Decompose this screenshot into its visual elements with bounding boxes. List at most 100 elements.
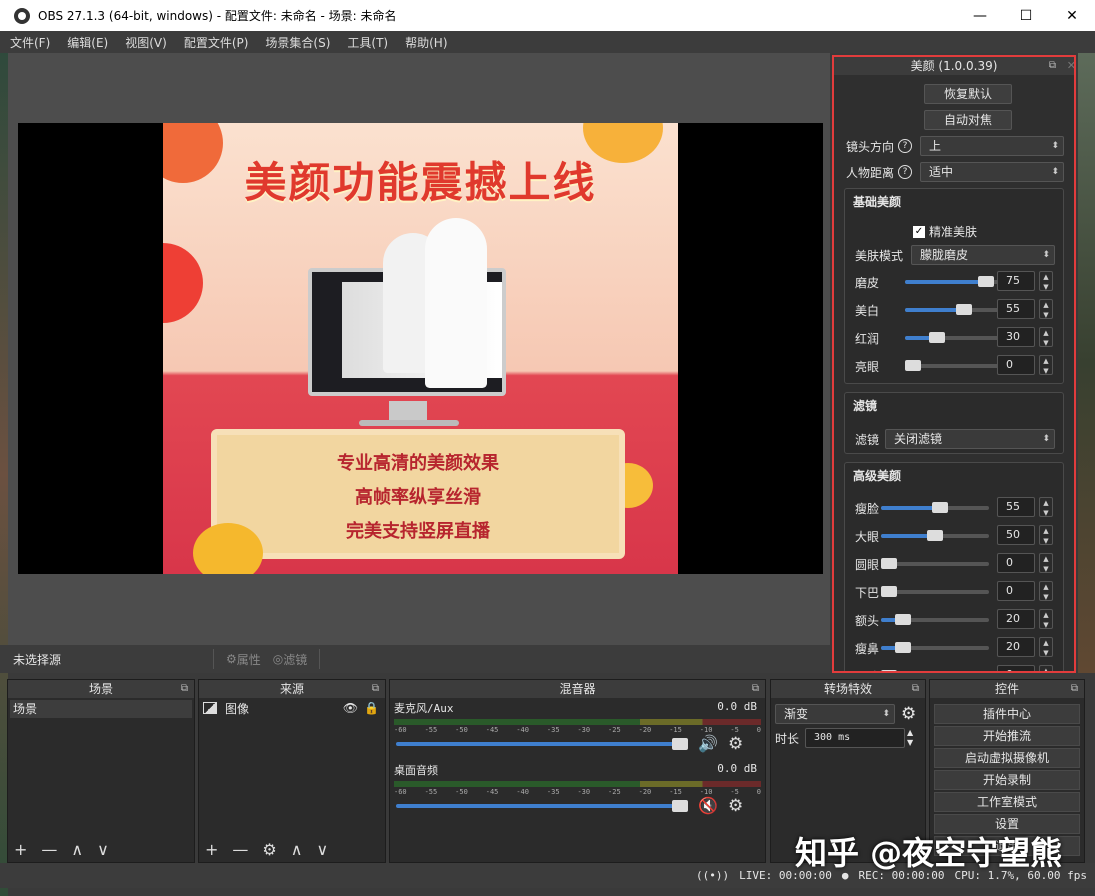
spin-arrows-icon[interactable]: ▲▼ bbox=[1039, 327, 1053, 347]
gear-icon[interactable]: ⚙ bbox=[728, 734, 743, 754]
slider-value-input[interactable]: 0 bbox=[997, 553, 1035, 573]
meter-scale: -60 -55 -50 -45 -40 -35 -30 -25 -20 -15 -10 -5 0 bbox=[394, 788, 761, 796]
studio-mode-button[interactable]: 工作室模式 bbox=[934, 792, 1080, 812]
eye-icon[interactable]: 👁 bbox=[343, 701, 358, 715]
slider-label: 瘦脸 bbox=[855, 502, 880, 516]
slider-handle[interactable] bbox=[894, 614, 911, 625]
slider-track[interactable] bbox=[881, 530, 989, 541]
slider-value-input[interactable]: 20 bbox=[997, 637, 1035, 657]
spin-icon[interactable]: ▲ ▼ bbox=[907, 728, 913, 748]
slider-value-input[interactable]: 50 bbox=[997, 525, 1035, 545]
auto-focus-button[interactable]: 自动对焦 bbox=[924, 110, 1012, 130]
properties-button[interactable]: ⚙ 属性 bbox=[226, 651, 261, 668]
undock-icon[interactable]: ⧉ bbox=[1071, 680, 1078, 698]
slider-handle[interactable] bbox=[927, 530, 943, 541]
spin-arrows-icon[interactable]: ▲▼ bbox=[1039, 271, 1053, 291]
slider-handle[interactable] bbox=[932, 502, 949, 513]
lens-direction-select[interactable]: 上 ⬍ bbox=[920, 136, 1064, 156]
help-icon[interactable]: ? bbox=[898, 139, 913, 153]
slider-2: 圆眼 0 ▲ ▼ bbox=[845, 553, 1065, 575]
maximize-button[interactable]: ☐ bbox=[1003, 0, 1049, 31]
menu-profile[interactable]: 配置文件(P) bbox=[184, 34, 249, 51]
subject-distance-select[interactable]: 适中 ⬍ bbox=[920, 162, 1064, 182]
undock-icon[interactable]: ⧉ bbox=[1049, 57, 1056, 75]
slider-track[interactable] bbox=[881, 642, 989, 653]
spin-arrows-icon[interactable]: ▲▼ bbox=[1039, 525, 1053, 545]
spin-arrows-icon[interactable]: ▲▼ bbox=[1039, 637, 1053, 657]
add-source-button[interactable]: + bbox=[205, 840, 218, 859]
help-icon[interactable]: ? bbox=[898, 165, 913, 179]
gear-icon[interactable]: ⚙ bbox=[901, 704, 916, 724]
speaker-icon[interactable]: 🔊 bbox=[698, 734, 718, 753]
slider-value-input[interactable]: 55 bbox=[997, 497, 1035, 517]
menu-file[interactable]: 文件(F) bbox=[10, 34, 50, 51]
slider-handle[interactable] bbox=[978, 276, 994, 287]
spin-arrows-icon[interactable]: ▲▼ bbox=[1039, 665, 1053, 671]
slider-handle[interactable] bbox=[881, 670, 897, 671]
spin-arrows-icon[interactable]: ▲▼ bbox=[1039, 581, 1053, 601]
scene-item[interactable]: 场景 bbox=[10, 700, 192, 718]
source-item[interactable]: 图像 👁 🔒 bbox=[199, 698, 385, 718]
undock-icon[interactable]: ⧉ bbox=[181, 680, 188, 698]
lock-icon[interactable]: 🔒 bbox=[364, 701, 379, 715]
skin-mode-select[interactable]: 朦胧磨皮 ⬍ bbox=[911, 245, 1055, 265]
start-virtual-camera-button[interactable]: 启动虚拟摄像机 bbox=[934, 748, 1080, 768]
move-up-button[interactable]: ∧ bbox=[291, 840, 303, 859]
slider-value-input[interactable]: 75 bbox=[997, 271, 1035, 291]
slider-track[interactable] bbox=[881, 614, 989, 625]
move-up-button[interactable]: ∧ bbox=[71, 840, 83, 859]
slider-value-input[interactable]: 0 bbox=[997, 665, 1035, 671]
start-streaming-button[interactable]: 开始推流 bbox=[934, 726, 1080, 746]
slider-handle[interactable] bbox=[956, 304, 973, 315]
spin-arrows-icon[interactable]: ▲▼ bbox=[1039, 609, 1053, 629]
preview-canvas[interactable]: 美颜功能震撼上线 专业高清的美颜效果 高帧率纵享丝滑 完美支持竖屏直播 bbox=[163, 123, 678, 574]
menu-scene-collection[interactable]: 场景集合(S) bbox=[265, 34, 330, 51]
gear-icon[interactable]: ⚙ bbox=[728, 796, 743, 816]
menu-help[interactable]: 帮助(H) bbox=[405, 34, 447, 51]
menu-view[interactable]: 视图(V) bbox=[125, 34, 167, 51]
volume-fader[interactable] bbox=[396, 738, 688, 750]
filter-select[interactable]: 关闭滤镜 ⬍ bbox=[885, 429, 1055, 449]
start-recording-button[interactable]: 开始录制 bbox=[934, 770, 1080, 790]
slider-track[interactable] bbox=[881, 502, 989, 513]
reset-default-button[interactable]: 恢复默认 bbox=[924, 84, 1012, 104]
duration-input[interactable]: 300 ms bbox=[805, 728, 905, 748]
move-down-button[interactable]: ∨ bbox=[97, 840, 109, 859]
spin-arrows-icon[interactable]: ▲▼ bbox=[1039, 497, 1053, 517]
source-settings-button[interactable]: ⚙ bbox=[262, 840, 276, 859]
slider-handle[interactable] bbox=[929, 332, 946, 343]
filters-button[interactable]: ◎ 滤镜 bbox=[273, 651, 308, 668]
minimize-button[interactable]: — bbox=[957, 0, 1003, 31]
slider-handle[interactable] bbox=[894, 642, 911, 653]
menu-edit[interactable]: 编辑(E) bbox=[67, 34, 108, 51]
menu-tools[interactable]: 工具(T) bbox=[347, 34, 388, 51]
slider-track[interactable] bbox=[881, 586, 989, 597]
slider-value-input[interactable]: 20 bbox=[997, 609, 1035, 629]
move-down-button[interactable]: ∨ bbox=[316, 840, 328, 859]
slider-handle[interactable] bbox=[905, 360, 921, 371]
spin-arrows-icon[interactable]: ▲▼ bbox=[1039, 355, 1053, 375]
slider-value-input[interactable]: 0 bbox=[997, 581, 1035, 601]
close-icon[interactable]: ✕ bbox=[1067, 57, 1074, 75]
slider-track[interactable] bbox=[881, 558, 989, 569]
slider-handle[interactable] bbox=[881, 586, 897, 597]
slider-handle[interactable] bbox=[881, 558, 897, 569]
close-button[interactable]: ✕ bbox=[1049, 0, 1095, 31]
precise-skin-checkbox[interactable]: ✓ 精准美肤 bbox=[913, 223, 977, 240]
undock-icon[interactable]: ⧉ bbox=[372, 680, 379, 698]
spin-arrows-icon[interactable]: ▲▼ bbox=[1039, 553, 1053, 573]
spin-arrows-icon[interactable]: ▲▼ bbox=[1039, 299, 1053, 319]
slider-label: 额头 bbox=[855, 614, 880, 628]
undock-icon[interactable]: ⧉ bbox=[912, 680, 919, 698]
plugin-center-button[interactable]: 插件中心 bbox=[934, 704, 1080, 724]
slider-value-input[interactable]: 0 bbox=[997, 355, 1035, 375]
transition-select[interactable]: 渐变 ⬍ bbox=[775, 704, 895, 724]
volume-fader[interactable] bbox=[396, 800, 688, 812]
speaker-muted-icon[interactable]: 🔇 bbox=[698, 796, 718, 815]
add-scene-button[interactable]: + bbox=[14, 840, 27, 859]
remove-scene-button[interactable]: — bbox=[41, 840, 57, 859]
remove-source-button[interactable]: — bbox=[232, 840, 248, 859]
slider-value-input[interactable]: 30 bbox=[997, 327, 1035, 347]
undock-icon[interactable]: ⧉ bbox=[752, 680, 759, 698]
slider-value-input[interactable]: 55 bbox=[997, 299, 1035, 319]
